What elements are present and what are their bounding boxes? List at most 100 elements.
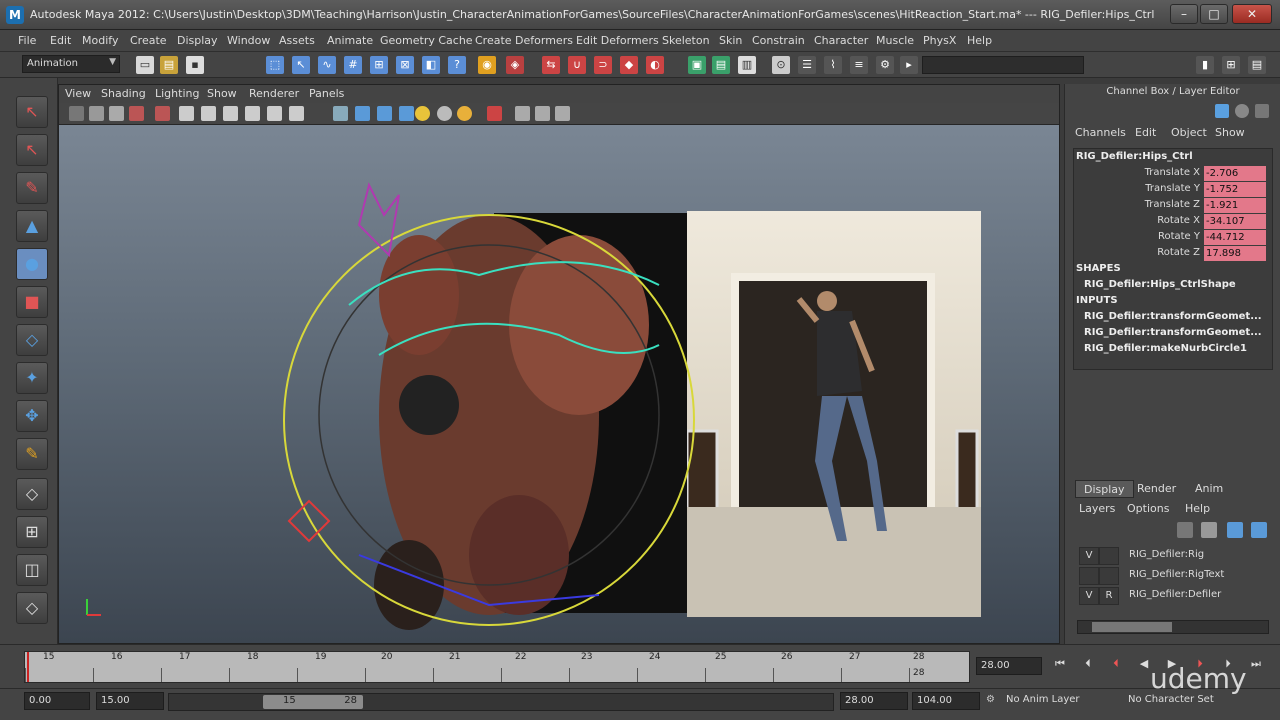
last-tool-icon[interactable]: ✎ xyxy=(16,438,48,470)
open-scene-icon[interactable]: ▤ xyxy=(160,56,178,74)
safe-title-icon[interactable] xyxy=(289,106,304,121)
magnet-icon[interactable]: ∪ xyxy=(568,56,586,74)
layer-type-toggle[interactable] xyxy=(1099,567,1119,585)
menu-help[interactable]: Help xyxy=(967,34,992,47)
cb-menu-show[interactable]: Show xyxy=(1215,126,1245,139)
render-settings-icon[interactable]: ▤ xyxy=(712,56,730,74)
layer-visibility-toggle[interactable]: V xyxy=(1079,587,1099,605)
current-time-marker[interactable] xyxy=(27,652,29,682)
input-output-icon[interactable]: ⇆ xyxy=(542,56,560,74)
menu-create[interactable]: Create xyxy=(130,34,167,47)
isolate-select-icon[interactable] xyxy=(515,106,530,121)
image-plane-icon[interactable] xyxy=(129,106,144,121)
gate-mask-icon[interactable] xyxy=(223,106,238,121)
safe-action-icon[interactable] xyxy=(267,106,282,121)
smooth-shade-icon[interactable] xyxy=(355,106,370,121)
graph-editor-icon[interactable]: ⌇ xyxy=(824,56,842,74)
snap-plane-icon[interactable]: ◧ xyxy=(422,56,440,74)
camera-icon[interactable]: ⊙ xyxy=(772,56,790,74)
resolution-gate-icon[interactable] xyxy=(201,106,216,121)
tool-settings-icon[interactable]: ⚙ xyxy=(876,56,894,74)
range-track[interactable]: 15 28 xyxy=(168,693,834,711)
menu-set-dropdown[interactable]: Animation ▼ xyxy=(22,55,120,73)
high-quality-icon[interactable] xyxy=(535,106,550,121)
menu-window[interactable]: Window xyxy=(227,34,270,47)
viewport-canvas[interactable] xyxy=(59,125,1059,643)
menu-display[interactable]: Display xyxy=(177,34,218,47)
paint-select-tool-icon[interactable]: ✎ xyxy=(16,172,48,204)
cb-menu-edit[interactable]: Edit xyxy=(1135,126,1156,139)
shadows-icon[interactable] xyxy=(437,106,452,121)
film-gate-icon[interactable] xyxy=(179,106,194,121)
new-scene-icon[interactable]: ▭ xyxy=(136,56,154,74)
ipr-render-icon[interactable]: ◐ xyxy=(646,56,664,74)
panel-menu-shading[interactable]: Shading xyxy=(101,87,146,100)
tab-anim[interactable]: Anim xyxy=(1187,480,1231,498)
wireframe-icon[interactable] xyxy=(333,106,348,121)
outliner-layout-icon[interactable]: ◫ xyxy=(16,554,48,586)
render-icon[interactable]: ◆ xyxy=(620,56,638,74)
render-view-icon[interactable]: ▣ xyxy=(688,56,706,74)
use-lights-icon[interactable] xyxy=(415,106,430,121)
soft-mod-tool-icon[interactable]: ✦ xyxy=(16,362,48,394)
move-layer-down-icon[interactable] xyxy=(1251,522,1267,538)
layer-type-toggle[interactable] xyxy=(1099,547,1119,565)
snap-grid-icon[interactable]: # xyxy=(344,56,362,74)
playback-end-field[interactable]: 28.00 xyxy=(840,692,908,710)
tool-settings-toggle-icon[interactable] xyxy=(1255,104,1269,118)
current-frame-field[interactable]: 28.00 xyxy=(976,657,1042,675)
select-object-icon[interactable]: ↖ xyxy=(292,56,310,74)
toggle-channel-box-icon[interactable]: ▤ xyxy=(1248,56,1266,74)
layer-scrollbar-thumb[interactable] xyxy=(1092,622,1172,632)
root-control[interactable] xyxy=(287,499,331,543)
attr-translate-z-value[interactable]: -1.921 xyxy=(1204,198,1266,213)
menu-modify[interactable]: Modify xyxy=(82,34,118,47)
range-thumb[interactable]: 15 28 xyxy=(263,695,363,709)
menu-physx[interactable]: PhysX xyxy=(923,34,956,47)
attr-translate-x-value[interactable]: -2.706 xyxy=(1204,166,1266,181)
input-node[interactable]: RIG_Defiler:transformGeomet... xyxy=(1084,327,1262,338)
wireframe-on-shaded-icon[interactable] xyxy=(377,106,392,121)
share-view-icon[interactable] xyxy=(555,106,570,121)
attr-rotate-z-value[interactable]: 17.898 xyxy=(1204,246,1266,261)
layer-scrollbar[interactable] xyxy=(1077,620,1269,634)
menu-muscle[interactable]: Muscle xyxy=(876,34,914,47)
step-back-frame-icon[interactable]: ⏴ xyxy=(1078,657,1098,675)
cb-menu-channels[interactable]: Channels xyxy=(1075,126,1126,139)
menu-create-deformers[interactable]: Create Deformers xyxy=(475,34,573,47)
panel-menu-renderer[interactable]: Renderer xyxy=(249,87,299,100)
default-lighting-icon[interactable] xyxy=(457,106,472,121)
layer-menu-layers[interactable]: Layers xyxy=(1079,502,1115,515)
construction-history-icon[interactable]: ◈ xyxy=(506,56,524,74)
tab-display[interactable]: Display xyxy=(1075,480,1134,498)
grid-toggle-icon[interactable] xyxy=(155,106,170,121)
camera-attributes-icon[interactable] xyxy=(89,106,104,121)
graph-layout-icon[interactable]: ◇ xyxy=(16,592,48,624)
menu-animate[interactable]: Animate xyxy=(327,34,373,47)
menu-file[interactable]: File xyxy=(18,34,36,47)
cb-menu-object[interactable]: Object xyxy=(1171,126,1207,139)
menu-character[interactable]: Character xyxy=(814,34,868,47)
go-to-start-icon[interactable]: ⏮ xyxy=(1050,657,1070,675)
field-chart-icon[interactable] xyxy=(245,106,260,121)
attribute-toggle-icon[interactable] xyxy=(1235,104,1249,118)
panel-menu-view[interactable]: View xyxy=(65,87,91,100)
menu-edit-deformers[interactable]: Edit Deformers xyxy=(576,34,659,47)
layer-row[interactable]: V R RIG_Defiler:Defiler xyxy=(1073,586,1273,606)
menu-geometry-cache[interactable]: Geometry Cache xyxy=(380,34,473,47)
attr-rotate-y-value[interactable]: -44.712 xyxy=(1204,230,1266,245)
anim-layer-dropdown[interactable]: No Anim Layer xyxy=(1002,692,1120,710)
menu-assets[interactable]: Assets xyxy=(279,34,315,47)
layer-menu-options[interactable]: Options xyxy=(1127,502,1169,515)
lock-icon[interactable]: ◉ xyxy=(478,56,496,74)
help-query-icon[interactable]: ? xyxy=(448,56,466,74)
menu-skeleton[interactable]: Skeleton xyxy=(662,34,710,47)
new-layer-icon[interactable] xyxy=(1177,522,1193,538)
manipulator-tool-icon[interactable]: ◇ xyxy=(16,324,48,356)
select-tool-icon[interactable]: ↖ xyxy=(16,96,48,128)
new-layer-selected-icon[interactable] xyxy=(1201,522,1217,538)
select-camera-icon[interactable] xyxy=(69,106,84,121)
snap-point-icon[interactable]: ⊠ xyxy=(396,56,414,74)
maximize-button[interactable]: □ xyxy=(1200,4,1228,24)
step-back-key-icon[interactable]: ⏴ xyxy=(1106,657,1126,675)
